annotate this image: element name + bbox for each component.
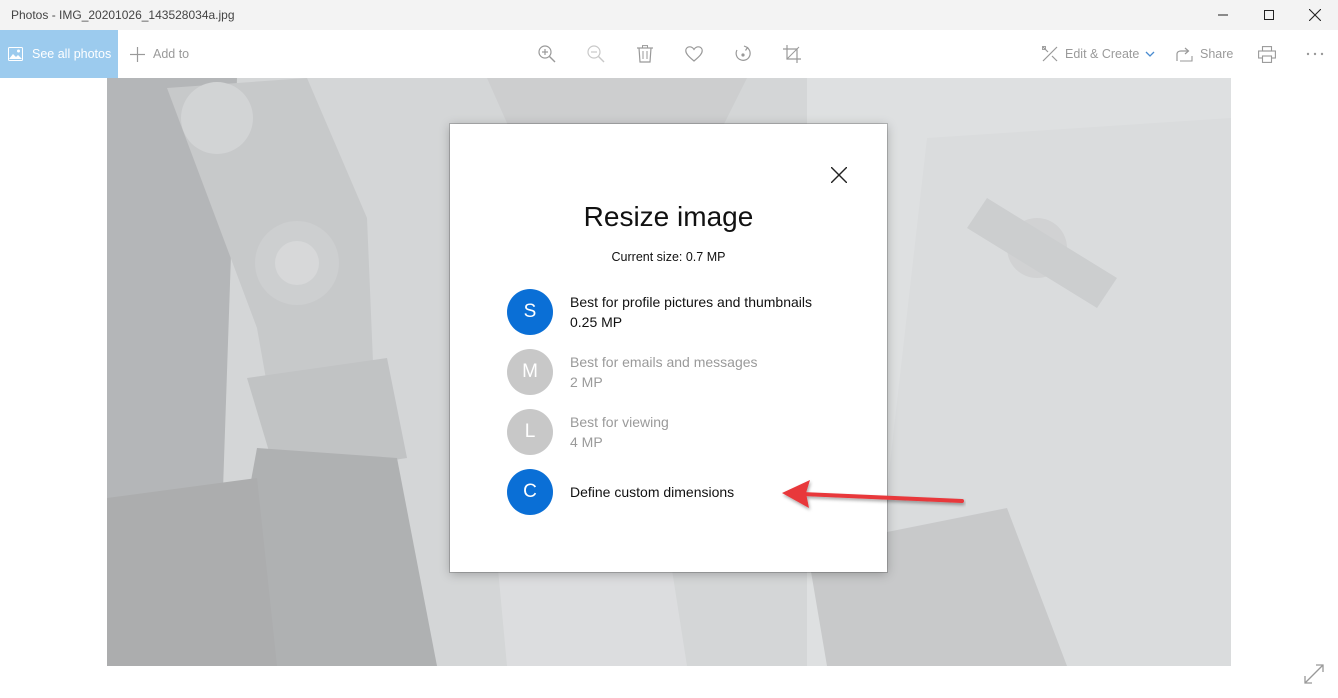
toolbar: See all photos Add to Edit & Create Shar… [0, 30, 1338, 78]
zoom-out-icon [587, 45, 605, 63]
print-icon [1258, 45, 1276, 63]
option-medium-size: 2 MP [570, 374, 603, 390]
maximize-icon [1264, 10, 1274, 20]
heart-icon [685, 46, 703, 62]
favorite-button[interactable] [683, 43, 705, 65]
option-small-title: Best for profile pictures and thumbnails [570, 294, 813, 310]
close-window-button[interactable] [1292, 0, 1338, 30]
option-medium[interactable]: M Best for emails and messages 2 MP [507, 349, 867, 395]
option-large[interactable]: L Best for viewing 4 MP [507, 409, 867, 455]
title-bar: Photos - IMG_20201026_143528034a.jpg [0, 0, 1338, 30]
window-title: Photos - IMG_20201026_143528034a.jpg [11, 8, 235, 22]
share-icon [1176, 47, 1193, 62]
option-medium-title: Best for emails and messages [570, 354, 758, 370]
dialog-close-button[interactable] [828, 164, 850, 186]
option-small-size: 0.25 MP [570, 314, 623, 330]
edit-create-icon [1042, 46, 1058, 62]
rotate-button[interactable] [732, 43, 754, 65]
fullscreen-icon[interactable] [1302, 662, 1326, 686]
delete-icon [637, 45, 653, 63]
see-all-photos-label: See all photos [32, 47, 112, 61]
annotation-arrow-icon [782, 480, 964, 508]
share-label: Share [1200, 47, 1234, 61]
close-icon [1309, 9, 1321, 21]
print-button[interactable] [1256, 43, 1278, 65]
crop-icon [783, 45, 801, 63]
option-custom-badge: C [507, 469, 553, 515]
zoom-in-button[interactable] [536, 43, 558, 65]
crop-button[interactable] [781, 43, 803, 65]
photos-icon [8, 47, 23, 61]
zoom-in-icon [538, 45, 556, 63]
see-all-photos-button[interactable]: See all photos [0, 30, 118, 78]
dialog-title: Resize image [583, 201, 754, 232]
chevron-down-icon [1145, 51, 1155, 57]
zoom-out-button[interactable] [585, 43, 607, 65]
current-size-label: Current size: 0.7 MP [611, 250, 726, 264]
option-medium-badge: M [507, 349, 553, 395]
option-large-badge: L [507, 409, 553, 455]
edit-create-label: Edit & Create [1065, 47, 1140, 61]
minimize-button[interactable] [1200, 0, 1246, 30]
share-button[interactable]: Share [1176, 30, 1233, 78]
close-icon [831, 167, 847, 183]
add-to-button[interactable]: Add to [130, 30, 189, 78]
rotate-icon [735, 45, 751, 61]
add-to-label: Add to [153, 47, 190, 61]
plus-icon [130, 46, 145, 62]
minimize-icon [1218, 14, 1228, 16]
more-options-button[interactable] [1304, 43, 1326, 65]
maximize-button[interactable] [1246, 0, 1292, 30]
option-large-size: 4 MP [570, 434, 603, 450]
option-large-title: Best for viewing [570, 414, 669, 430]
option-small[interactable]: S Best for profile pictures and thumbnai… [507, 289, 867, 335]
more-icon [1306, 52, 1324, 56]
option-small-badge: S [507, 289, 553, 335]
option-custom-title: Define custom dimensions [570, 484, 735, 500]
delete-button[interactable] [634, 43, 656, 65]
edit-create-button[interactable]: Edit & Create [1042, 30, 1155, 78]
